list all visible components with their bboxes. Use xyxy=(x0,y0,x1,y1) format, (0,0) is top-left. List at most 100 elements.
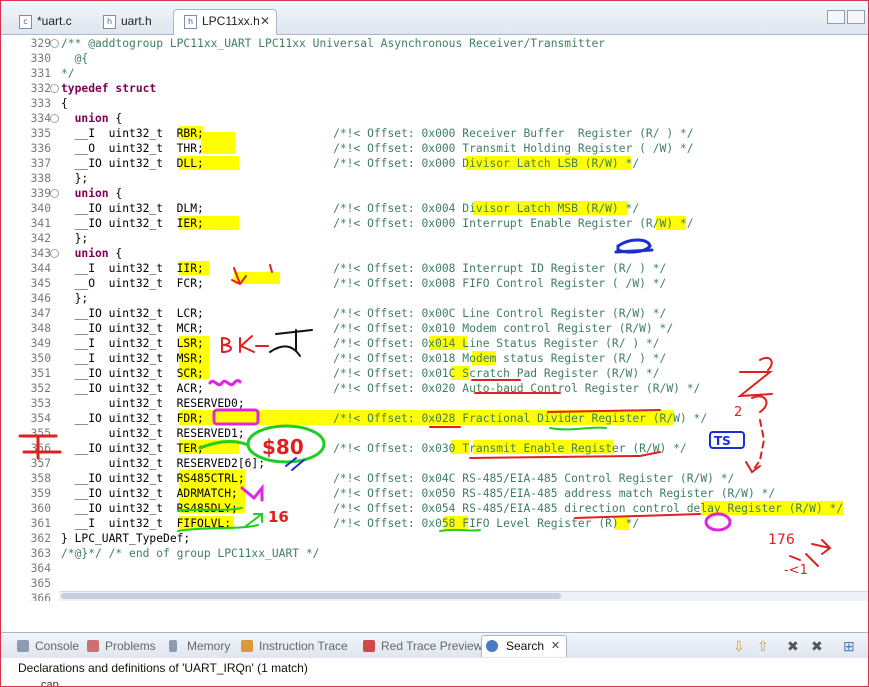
minimize-icon[interactable] xyxy=(827,10,845,24)
tab-search[interactable]: Search ✕ xyxy=(481,635,568,657)
tab-label: Memory xyxy=(187,639,231,653)
line-number: 346 xyxy=(30,292,51,305)
line-number: 342 xyxy=(30,232,51,245)
code-token: /*!< Offset: 0x000 Receiver Buffer Regis… xyxy=(333,127,694,140)
tab-instruction-trace[interactable]: Instruction Trace xyxy=(241,638,348,654)
code-token: /*!< Offset: 0x030 Transmit Enable Regis… xyxy=(333,442,687,455)
code-token: __IO uint32_t DLL; xyxy=(61,157,334,170)
maximize-icon[interactable] xyxy=(847,10,865,24)
tab-problems[interactable]: Problems xyxy=(87,638,156,654)
code-token: /*!< Offset: 0x000 Interrupt Enable Regi… xyxy=(333,217,694,230)
tab-console[interactable]: Console xyxy=(17,638,79,654)
code-line[interactable]: 353 uint32_t RESERVED0; xyxy=(1,396,868,411)
line-number: 357 xyxy=(30,457,51,470)
code-token: /*!< Offset: 0x00C Line Control Register… xyxy=(333,307,667,320)
code-line[interactable]: 342 }; xyxy=(1,231,868,246)
fold-toggle-icon[interactable] xyxy=(50,114,59,123)
tab-label: *uart.c xyxy=(37,14,72,28)
code-text: __IO uint32_t DLL; /*!< Offset: 0x000 Di… xyxy=(61,156,640,171)
code-text: }; xyxy=(61,231,89,246)
code-line[interactable]: 335 __I uint32_t RBR; /*!< Offset: 0x000… xyxy=(1,126,868,141)
code-line[interactable]: 350 __I uint32_t MSR; /*!< Offset: 0x018… xyxy=(1,351,868,366)
code-line[interactable]: 347 __IO uint32_t LCR; /*!< Offset: 0x00… xyxy=(1,306,868,321)
close-icon[interactable]: ✕ xyxy=(551,636,560,656)
code-line[interactable]: 337 __IO uint32_t DLL; /*!< Offset: 0x00… xyxy=(1,156,868,171)
remove-match-icon[interactable]: ✖ xyxy=(787,638,799,654)
code-line[interactable]: 343 union { xyxy=(1,246,868,261)
close-icon[interactable]: ✕ xyxy=(260,10,270,32)
code-line[interactable]: 340 __IO uint32_t DLM; /*!< Offset: 0x00… xyxy=(1,201,868,216)
code-token: __IO uint32_t FDR; xyxy=(61,412,334,425)
tab-memory[interactable]: Memory xyxy=(169,638,230,654)
code-line[interactable]: 330 @{ xyxy=(1,51,868,66)
code-line[interactable]: 356 __IO uint32_t TER; /*!< Offset: 0x03… xyxy=(1,441,868,456)
code-line[interactable]: 349 __I uint32_t LSR; /*!< Offset: 0x014… xyxy=(1,336,868,351)
tab-lpc11xx-h[interactable]: h LPC11xx.h ✕ xyxy=(173,9,277,36)
remove-all-icon[interactable]: ✖ xyxy=(811,638,823,654)
trace-icon xyxy=(241,640,253,652)
code-line[interactable]: 346 }; xyxy=(1,291,868,306)
line-number: 363 xyxy=(30,547,51,560)
code-line[interactable]: 341 __IO uint32_t IER; /*!< Offset: 0x00… xyxy=(1,216,868,231)
code-line[interactable]: 358 __IO uint32_t RS485CTRL; /*!< Offset… xyxy=(1,471,868,486)
code-text: { xyxy=(61,96,68,111)
code-editor[interactable]: 329 /** @addtogroup LPC11xx_UART LPC11xx … xyxy=(1,35,868,601)
code-line[interactable]: 361 __I uint32_t FIFOLVL; /*!< Offset: 0… xyxy=(1,516,868,531)
line-number: 364 xyxy=(30,562,51,575)
code-text: }; xyxy=(61,291,89,306)
code-line[interactable]: 355 uint32_t RESERVED1; xyxy=(1,426,868,441)
code-line[interactable]: 357 uint32_t RESERVED2[6]; xyxy=(1,456,868,471)
code-token: union xyxy=(61,187,109,200)
code-token: /*!< Offset: 0x050 RS-485/EIA-485 addres… xyxy=(333,487,776,500)
code-line[interactable]: 364 xyxy=(1,561,868,576)
code-token: __IO uint32_t MCR; xyxy=(61,322,334,335)
code-line[interactable]: 362} LPC_UART_TypeDef; xyxy=(1,531,868,546)
line-number: 352 xyxy=(30,382,51,395)
tree-item[interactable]: cap xyxy=(41,679,59,686)
scrollbar-thumb[interactable] xyxy=(61,593,561,599)
code-token: union xyxy=(61,247,109,260)
search-result-tree[interactable]: cap xyxy=(1,678,868,686)
code-line[interactable]: 344 __I uint32_t IIR; /*!< Offset: 0x008… xyxy=(1,261,868,276)
code-line[interactable]: 352 __IO uint32_t ACR; /*!< Offset: 0x02… xyxy=(1,381,868,396)
code-line[interactable]: 331 */ xyxy=(1,66,868,81)
code-line[interactable]: 339 union { xyxy=(1,186,868,201)
line-number: 339 xyxy=(30,187,51,200)
code-token: /*!< Offset: 0x000 Transmit Holding Regi… xyxy=(333,142,694,155)
fold-toggle-icon[interactable] xyxy=(50,84,59,93)
search-icon xyxy=(486,640,498,652)
code-line[interactable]: 334 union { xyxy=(1,111,868,126)
line-number: 354 xyxy=(30,412,51,425)
code-line[interactable]: 338 }; xyxy=(1,171,868,186)
tab-uart-c[interactable]: c *uart.c xyxy=(9,10,93,33)
code-line[interactable]: 351 __IO uint32_t SCR; /*!< Offset: 0x01… xyxy=(1,366,868,381)
fold-toggle-icon[interactable] xyxy=(50,249,59,258)
line-number: 350 xyxy=(30,352,51,365)
code-line[interactable]: 336 __O uint32_t THR; /*!< Offset: 0x000… xyxy=(1,141,868,156)
code-line[interactable]: 332 typedef struct xyxy=(1,81,868,96)
next-match-icon[interactable]: ⇩ xyxy=(733,638,745,654)
code-line[interactable]: 345 __O uint32_t FCR; /*!< Offset: 0x008… xyxy=(1,276,868,291)
code-line[interactable]: 333 { xyxy=(1,96,868,111)
code-line[interactable]: 354 __IO uint32_t FDR; /*!< Offset: 0x02… xyxy=(1,411,868,426)
code-token: /*!< Offset: 0x014 Line Status Register … xyxy=(333,337,660,350)
code-line[interactable]: 348 __IO uint32_t MCR; /*!< Offset: 0x01… xyxy=(1,321,868,336)
code-text: __IO uint32_t RS485CTRL; /*!< Offset: 0x… xyxy=(61,471,735,486)
code-line[interactable]: 359 __IO uint32_t ADRMATCH; /*!< Offset:… xyxy=(1,486,868,501)
tab-uart-h[interactable]: h uart.h xyxy=(93,10,173,33)
fold-toggle-icon[interactable] xyxy=(50,39,59,48)
expand-all-icon[interactable]: ⊞ xyxy=(843,638,855,654)
line-number: 344 xyxy=(30,262,51,275)
code-line[interactable]: 363 /*@}*/ /* end of group LPC11xx_UART *… xyxy=(1,546,868,561)
c-file-icon: c xyxy=(19,15,32,29)
code-line[interactable]: 365 xyxy=(1,576,868,591)
code-text: __O uint32_t FCR; /*!< Offset: 0x008 FIF… xyxy=(61,276,667,291)
code-token: /*!< Offset: 0x04C RS-485/EIA-485 Contro… xyxy=(333,472,735,485)
code-line[interactable]: 360 __IO uint32_t RS485DLY; /*!< Offset:… xyxy=(1,501,868,516)
fold-toggle-icon[interactable] xyxy=(50,189,59,198)
previous-match-icon[interactable]: ⇧ xyxy=(757,638,769,654)
code-line[interactable]: 329 /** @addtogroup LPC11xx_UART LPC11xx … xyxy=(1,36,868,51)
code-text: __IO uint32_t TER; /*!< Offset: 0x030 Tr… xyxy=(61,441,687,456)
tab-red-trace-preview[interactable]: Red Trace Preview xyxy=(363,638,482,654)
code-token: /*!< Offset: 0x000 Divisor Latch LSB (R/… xyxy=(333,157,640,170)
